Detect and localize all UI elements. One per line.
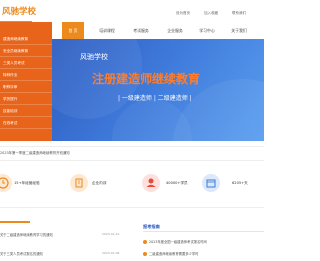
left-menu-item[interactable]: 学历提升 [0, 94, 52, 105]
left-menu-item[interactable]: 技能培训 [0, 106, 52, 117]
main-nav: 首 页 培训课程 考试服务 企业服务 学习中心 关于我们 [52, 22, 264, 40]
nav-courses[interactable]: 培训课程 [92, 22, 122, 39]
left-menu-item[interactable]: 三类人员考试 [0, 58, 52, 69]
left-menu: 建造师继续教育 安全员继续教育 三类人员考试 特种作业 职称评审 学历提升 技能… [0, 22, 52, 141]
stat-training: 企业内训 [66, 170, 132, 200]
add-favorite-link[interactable]: 加入收藏 [204, 11, 218, 16]
building-icon [70, 174, 88, 192]
stat-label: 企业内训 [92, 181, 107, 185]
notice-text[interactable]: 2023年第一季度二级建造师继续教育开班通知 [0, 150, 70, 155]
divider [0, 146, 264, 147]
banner-title: 注册建造师继续教育 [92, 72, 200, 86]
news-item-title[interactable]: 关于二级建造师继续教育学习的通知 [0, 232, 53, 237]
user-icon [142, 174, 160, 192]
left-menu-item[interactable]: 特种作业 [0, 70, 52, 81]
guide-item[interactable]: 二级建造师继续教育需要多少学时 [149, 251, 198, 256]
news-item-title[interactable]: 关于三类人员考试报名的通知 [0, 251, 43, 256]
contact-link[interactable]: 联系我们 [232, 11, 246, 16]
logo-text: 风驰学校 [2, 6, 37, 17]
left-menu-item[interactable]: 职称评审 [0, 82, 52, 93]
nav-about[interactable]: 关于我们 [224, 22, 254, 39]
calendar-icon [202, 174, 220, 192]
stat-label: 40000+学员 [166, 181, 188, 185]
banner-subtitle: | 一级建造师 | 二级建造师 | [118, 95, 192, 102]
nav-enterprise[interactable]: 企业服务 [160, 22, 190, 39]
divider [0, 207, 264, 208]
divider [0, 160, 264, 161]
section-underline [0, 221, 30, 223]
stat-days: 6205+天 [198, 170, 264, 200]
banner-logo: 风驰学校 [80, 53, 108, 61]
left-menu-item[interactable]: 建造师继续教育 [0, 34, 52, 45]
news-item-date: 2023-01-06 [102, 251, 120, 255]
stat-experience: 15+年经营经验 [0, 170, 66, 200]
set-homepage-link[interactable]: 设为首页 [176, 11, 190, 16]
news-item-date: 2023-01-10 [102, 232, 120, 236]
stat-label: 6205+天 [232, 181, 248, 185]
stat-students: 40000+学员 [132, 170, 198, 200]
divider [143, 231, 264, 232]
guide-title: 报考指南 [143, 224, 160, 229]
left-menu-item[interactable]: 在线考试 [0, 118, 52, 129]
nav-home[interactable]: 首 页 [62, 22, 84, 39]
nav-learning[interactable]: 学习中心 [192, 22, 222, 39]
hero-banner[interactable]: 风驰学校 注册建造师继续教育 | 一级建造师 | 二级建造师 | [52, 39, 264, 141]
nav-exam[interactable]: 考试服务 [126, 22, 156, 39]
stat-label: 15+年经营经验 [14, 181, 40, 185]
left-menu-item[interactable]: 安全员继续教育 [0, 46, 52, 57]
guide-item[interactable]: 2023年度全国一级建造师考试报名时间 [149, 239, 207, 244]
clock-icon [0, 174, 12, 192]
bullet-icon [143, 252, 147, 256]
bullet-icon [143, 240, 147, 244]
